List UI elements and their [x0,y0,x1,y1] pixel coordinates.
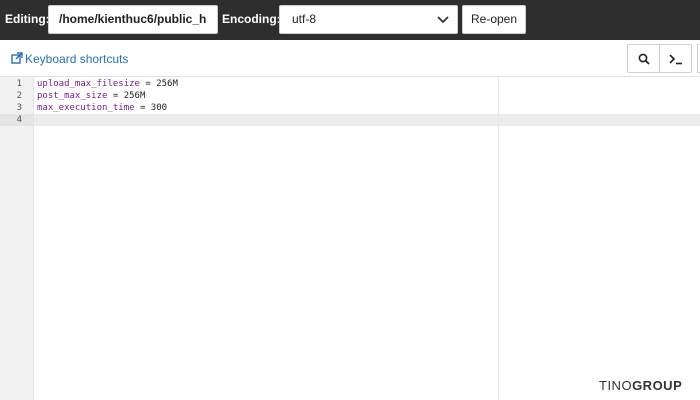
encoding-label: Encoding: [222,12,281,26]
code-line[interactable]: max_execution_time = 300 [34,102,700,114]
code-value: = 256M [139,79,178,89]
keyboard-shortcuts-label: Keyboard shortcuts [25,52,129,66]
editing-label: Editing: [5,12,50,26]
watermark-logo: TINOGROUP [599,379,682,393]
terminal-icon [668,53,682,64]
search-icon [638,53,650,65]
chevron-down-icon [437,16,449,24]
secondary-toolbar: Keyboard shortcuts [0,40,700,77]
terminal-button[interactable] [659,44,692,73]
line-number-gutter: 1 2 3 4 [0,77,34,400]
code-area[interactable]: upload_max_filesize = 256M post_max_size… [34,77,700,400]
line-number: 2 [16,91,22,101]
code-value: = 256M [107,91,146,101]
code-line-active[interactable] [34,114,700,126]
editor-toolbar: Editing: /home/kienthuc6/public_h Encodi… [0,0,700,40]
encoding-value: utf-8 [292,12,317,26]
code-value: = 300 [134,103,168,113]
external-link-icon [11,52,23,64]
encoding-select[interactable]: utf-8 [279,5,458,34]
code-line[interactable]: upload_max_filesize = 256M [34,78,700,90]
code-key: post_max_size [37,91,108,101]
watermark-part1: TINO [599,378,633,393]
watermark-part2: GROUP [632,378,683,393]
code-key: max_execution_time [37,103,135,113]
code-editor[interactable]: 1 2 3 4 upload_max_filesize = 256M post_… [0,77,700,400]
search-button[interactable] [627,44,660,73]
line-number: 4 [0,114,33,126]
file-path-field[interactable]: /home/kienthuc6/public_h [48,5,218,34]
print-margin-line [498,77,499,400]
code-line[interactable]: post_max_size = 256M [34,90,700,102]
keyboard-shortcuts-link[interactable]: Keyboard shortcuts [11,52,128,66]
reopen-button[interactable]: Re-open [462,5,526,34]
line-number: 1 [16,79,22,89]
code-key: upload_max_filesize [37,79,140,89]
line-number: 3 [16,103,22,113]
